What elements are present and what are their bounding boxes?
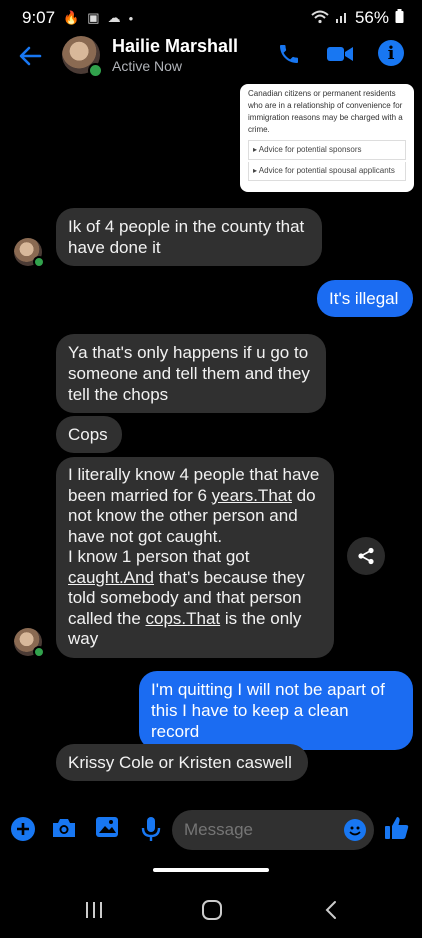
shared-link-card[interactable]: Canadian citizens or permanent residents…: [240, 84, 414, 192]
video-call-icon[interactable]: [326, 42, 354, 71]
home-indicator[interactable]: [153, 868, 269, 872]
message-bubble-sent[interactable]: It's illegal: [317, 280, 413, 317]
back-arrow-icon[interactable]: [18, 44, 42, 72]
status-time: 9:07: [22, 8, 56, 27]
message-bubble-sent[interactable]: I'm quitting I will not be apart of this…: [139, 671, 413, 750]
message-bubble-received[interactable]: I literally know 4 people that have been…: [56, 457, 334, 658]
contact-name[interactable]: Hailie Marshall: [112, 36, 238, 57]
inline-link[interactable]: caught.And: [68, 568, 154, 587]
inline-link[interactable]: years.That: [212, 486, 292, 505]
microphone-icon[interactable]: [140, 816, 162, 847]
recent-apps-icon[interactable]: [84, 900, 104, 925]
thumbs-up-icon[interactable]: [384, 815, 410, 846]
message-bubble-received[interactable]: Cops: [56, 416, 122, 453]
battery-percent: 56%: [354, 8, 389, 27]
message-bubble-received[interactable]: Krissy Cole or Kristen caswell: [56, 744, 308, 781]
status-bar: 9:07 🔥 ▣ ☁ • 56%: [0, 0, 422, 36]
gallery-icon[interactable]: [95, 816, 119, 843]
add-icon[interactable]: [10, 816, 36, 847]
home-icon[interactable]: [201, 900, 223, 925]
system-nav-bar: [0, 890, 422, 938]
online-indicator: [33, 256, 45, 268]
share-icon: [358, 547, 374, 565]
inline-link[interactable]: cops.That: [146, 609, 221, 628]
camera-icon[interactable]: [51, 816, 77, 845]
message-bubble-received[interactable]: Ya that's only happens if u go to someon…: [56, 334, 326, 413]
dot-icon: •: [128, 10, 134, 26]
chat-header: Hailie Marshall Active Now i: [0, 36, 422, 88]
signal-icon: [335, 10, 349, 27]
card-link[interactable]: ▸ Advice for potential sponsors: [248, 140, 406, 160]
phone-icon[interactable]: [277, 42, 301, 71]
flame-icon: 🔥: [63, 10, 80, 25]
wifi-icon: [311, 10, 329, 27]
message-composer: [0, 806, 422, 854]
cloud-icon: ☁: [107, 10, 121, 25]
card-text: Canadian citizens or permanent residents…: [248, 89, 403, 134]
message-bubble-received[interactable]: Ik of 4 people in the county that have d…: [56, 208, 322, 266]
online-indicator: [88, 63, 103, 78]
battery-icon: [395, 8, 404, 28]
card-link[interactable]: ▸ Advice for potential spousal applicant…: [248, 162, 406, 181]
gallery-icon: ▣: [87, 10, 100, 25]
emoji-icon[interactable]: [344, 819, 366, 841]
share-button[interactable]: [347, 537, 385, 575]
info-icon[interactable]: i: [378, 40, 404, 66]
contact-status: Active Now: [112, 58, 183, 74]
back-icon[interactable]: [324, 900, 338, 925]
online-indicator: [33, 646, 45, 658]
